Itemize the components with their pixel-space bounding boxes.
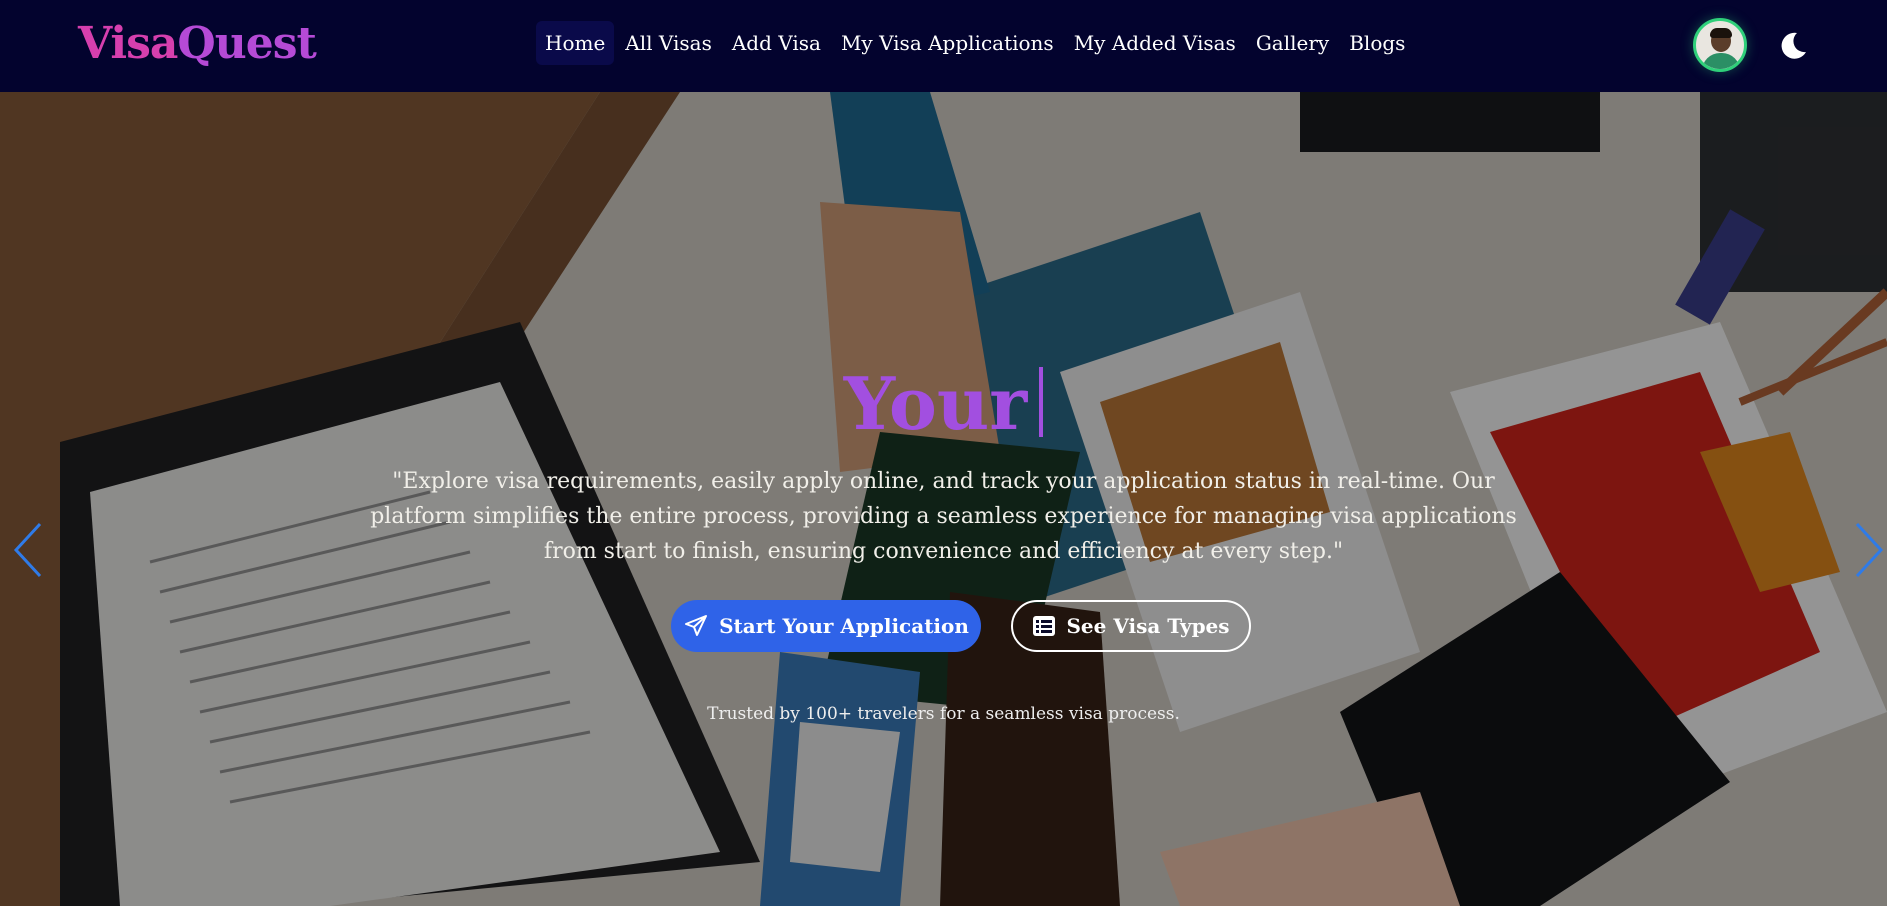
- chevron-left-icon: [13, 522, 42, 578]
- carousel-next-button[interactable]: [1851, 520, 1885, 580]
- carousel-prev-button[interactable]: [12, 520, 46, 580]
- user-avatar[interactable]: [1693, 18, 1747, 72]
- moon-icon: [1781, 32, 1806, 59]
- hero-heading-text: Your: [843, 361, 1028, 446]
- brand-name-part2: Quest: [177, 18, 316, 69]
- nav-link-blogs[interactable]: Blogs: [1340, 21, 1414, 65]
- brand-name-part1: Visa: [78, 18, 178, 69]
- hero-description: "Explore visa requirements, easily apply…: [370, 469, 1517, 564]
- start-application-label: Start Your Application: [719, 614, 969, 638]
- hero-buttons: Start Your Application See Visa Types: [0, 600, 1887, 652]
- nav-link-my-visa-applications[interactable]: My Visa Applications: [832, 21, 1063, 65]
- hero-heading: Your: [0, 362, 1887, 446]
- avatar-shirt: [1702, 53, 1740, 69]
- navbar: VisaQuest Home All Visas Add Visa My Vis…: [0, 0, 1887, 92]
- nav-link-my-added-visas[interactable]: My Added Visas: [1065, 21, 1245, 65]
- chevron-right-icon: [1855, 522, 1884, 578]
- list-icon: [1033, 616, 1056, 636]
- trusted-text: Trusted by 100+ travelers for a seamless…: [707, 704, 1180, 724]
- see-visa-types-button[interactable]: See Visa Types: [1011, 600, 1251, 652]
- paper-plane-icon: [685, 615, 708, 636]
- nav-link-home[interactable]: Home: [536, 21, 615, 65]
- nav-link-gallery[interactable]: Gallery: [1247, 21, 1338, 65]
- brand-logo[interactable]: VisaQuest: [78, 16, 317, 72]
- avatar-hair: [1710, 28, 1732, 38]
- see-visa-types-label: See Visa Types: [1066, 614, 1230, 638]
- main-nav: Home All Visas Add Visa My Visa Applicat…: [536, 21, 1414, 65]
- typing-cursor: [1039, 367, 1044, 437]
- nav-link-add-visa[interactable]: Add Visa: [723, 21, 830, 65]
- nav-link-all-visas[interactable]: All Visas: [616, 21, 721, 65]
- hero-carousel: Your "Explore visa requirements, easily …: [0, 92, 1887, 906]
- start-application-button[interactable]: Start Your Application: [671, 600, 981, 652]
- theme-toggle-button[interactable]: [1777, 30, 1809, 62]
